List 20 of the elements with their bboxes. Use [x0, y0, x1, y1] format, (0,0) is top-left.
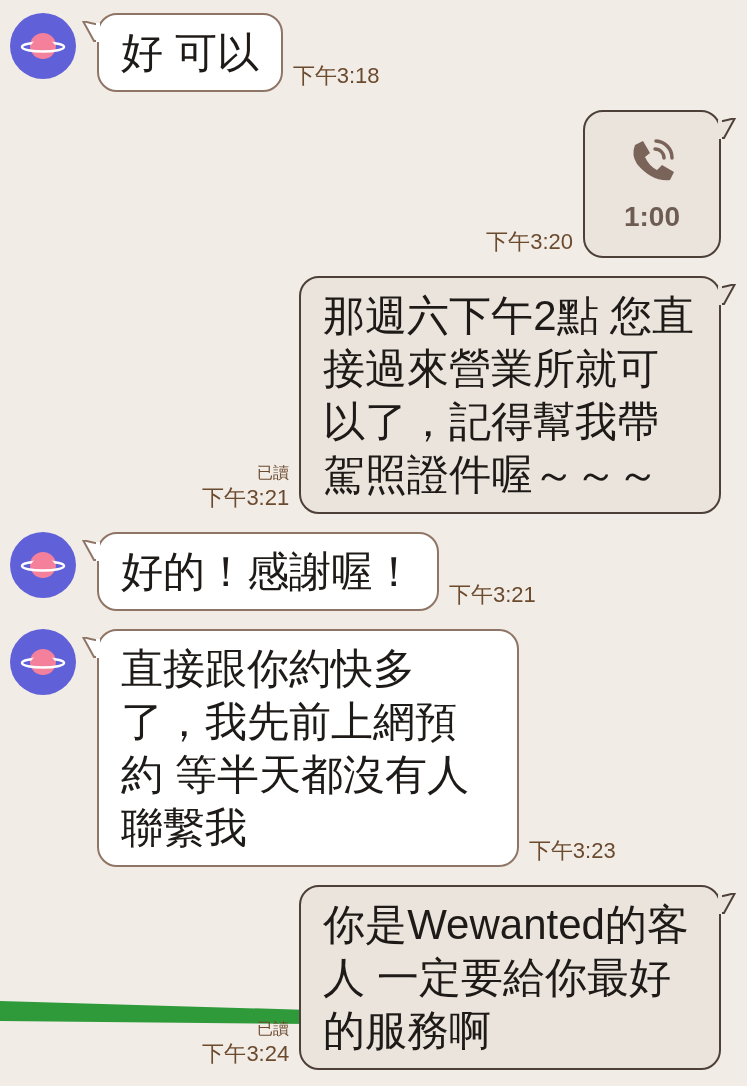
message-time: 下午3:21	[449, 581, 536, 609]
message-time: 下午3:21	[202, 484, 290, 512]
message-text: 那週六下午2點 您直接過來營業所就可以了，記得幫我帶駕照證件喔～～～	[323, 291, 696, 500]
message-bubble[interactable]: 好 可以	[97, 13, 283, 92]
message-time: 下午3:18	[292, 62, 380, 90]
message-text: 直接跟你約快多了，我先前上網預約 等半天都沒有人聯繫我	[121, 644, 470, 853]
message-time: 下午3:23	[528, 837, 616, 865]
message-text: 好的！感謝喔！	[121, 547, 415, 597]
message-bubble[interactable]: 好的！感謝喔！	[97, 532, 439, 611]
message-bubble[interactable]: 那週六下午2點 您直接過來營業所就可以了，記得幫我帶駕照證件喔～～～	[299, 276, 721, 514]
call-duration: 1:00	[623, 201, 680, 233]
call-bubble[interactable]: 1:00	[583, 110, 721, 258]
message-text: 好 可以	[121, 28, 259, 78]
message-time: 下午3:24	[202, 1040, 290, 1068]
message-bubble[interactable]: 直接跟你約快多了，我先前上網預約 等半天都沒有人聯繫我	[97, 629, 519, 867]
read-receipt: 已讀	[257, 463, 290, 483]
message-time: 下午3:20	[486, 228, 573, 256]
message-text: 你是Wewanted的客人 一定要給你最好的服務啊	[323, 900, 690, 1056]
message-bubble[interactable]: 你是Wewanted的客人 一定要給你最好的服務啊	[299, 885, 721, 1070]
read-receipt: 已讀	[257, 1019, 290, 1039]
